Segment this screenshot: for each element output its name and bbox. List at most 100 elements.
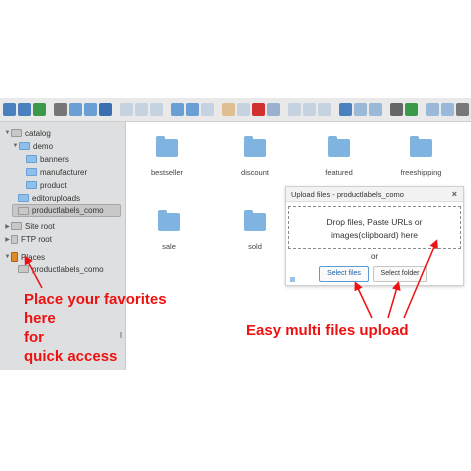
undo-icon[interactable] bbox=[171, 103, 184, 116]
redo-icon[interactable] bbox=[186, 103, 199, 116]
drive-icon bbox=[11, 129, 22, 137]
folder-icon bbox=[158, 210, 180, 231]
sidebar-item-site-root[interactable]: ▶ Site root bbox=[4, 220, 55, 232]
favorites-annotation: Place your favorites here for quick acce… bbox=[24, 290, 167, 366]
or-separator: or bbox=[370, 252, 379, 261]
folder-icon bbox=[18, 265, 29, 273]
server-icon bbox=[11, 234, 18, 244]
file-item-sold[interactable]: sold bbox=[215, 210, 295, 251]
settings-icon[interactable] bbox=[441, 103, 454, 116]
select-folder-button[interactable]: Select folder bbox=[373, 266, 427, 282]
expand-icon[interactable]: ▼ bbox=[12, 143, 19, 149]
file-name: sold bbox=[248, 242, 262, 251]
sidebar-item-label: demo bbox=[33, 141, 54, 151]
sort-icon[interactable] bbox=[369, 103, 382, 116]
folder-icon bbox=[244, 136, 266, 157]
sidebar-item-label: catalog bbox=[25, 128, 51, 138]
open-icon[interactable] bbox=[120, 103, 133, 116]
sidebar-item-label: product bbox=[40, 180, 67, 190]
folder-icon bbox=[26, 155, 37, 163]
copy-icon[interactable] bbox=[150, 103, 163, 116]
sidebar-item-banners[interactable]: banners bbox=[26, 153, 69, 165]
sidebar-item-label: banners bbox=[40, 154, 69, 164]
help-icon[interactable] bbox=[456, 103, 469, 116]
expand-icon[interactable]: ▼ bbox=[4, 254, 11, 260]
file-item-bestseller[interactable]: bestseller bbox=[127, 136, 207, 177]
folder-icon bbox=[410, 136, 432, 157]
file-name: freeshipping bbox=[400, 168, 442, 177]
cut-icon[interactable] bbox=[222, 103, 235, 116]
folder-icon bbox=[244, 210, 266, 231]
home-icon[interactable] bbox=[54, 103, 67, 116]
sidebar-item-ftp-root[interactable]: ▶ FTP root bbox=[4, 233, 52, 245]
folder-icon bbox=[18, 194, 29, 202]
sidebar-item-places-productlabels-como[interactable]: productlabels_como bbox=[18, 263, 104, 275]
upload-dialog-title: Upload files - productlabels_como bbox=[291, 190, 404, 199]
file-name: featured bbox=[325, 168, 353, 177]
sidebar-item-catalog[interactable]: ▼ catalog bbox=[4, 127, 51, 139]
preview-icon[interactable] bbox=[390, 103, 403, 116]
upload-icon[interactable] bbox=[318, 103, 331, 116]
sidebar-item-label: Places bbox=[21, 252, 46, 262]
folder-icon bbox=[19, 142, 30, 150]
rename-icon[interactable] bbox=[288, 103, 301, 116]
upload-dialog: Upload files - productlabels_como × Drop… bbox=[285, 186, 464, 286]
drive-icon bbox=[11, 222, 22, 230]
file-item-discount[interactable]: discount bbox=[215, 136, 295, 177]
expand-icon[interactable]: ▼ bbox=[4, 130, 11, 136]
info-icon[interactable] bbox=[405, 103, 418, 116]
select-files-button[interactable]: Select files bbox=[319, 266, 369, 282]
sidebar-item-label: manufacturer bbox=[40, 167, 88, 177]
file-name: sale bbox=[162, 242, 176, 251]
folder-icon bbox=[26, 168, 37, 176]
delete-icon[interactable] bbox=[252, 103, 265, 116]
drop-zone[interactable]: Drop files, Paste URLs or images(clipboa… bbox=[288, 206, 461, 249]
expand-icon[interactable]: ▶ bbox=[4, 236, 11, 243]
annotation-line: for bbox=[24, 329, 44, 346]
places-icon bbox=[11, 252, 18, 262]
forward-icon[interactable] bbox=[18, 103, 31, 116]
duplicate-icon[interactable] bbox=[303, 103, 316, 116]
sidebar-item-label: editoruploads bbox=[32, 193, 81, 203]
annotation-line: quick access bbox=[24, 348, 118, 365]
drop-zone-text: Drop files, Paste URLs or bbox=[326, 217, 423, 227]
sidebar-item-productlabels-como[interactable]: productlabels_como bbox=[12, 204, 121, 217]
sidebar-item-product[interactable]: product bbox=[26, 179, 67, 191]
sidebar-item-label: FTP root bbox=[21, 234, 52, 244]
multi-upload-annotation: Easy multi files upload bbox=[246, 322, 409, 339]
save-icon[interactable] bbox=[135, 103, 148, 116]
sidebar-item-places[interactable]: ▼ Places bbox=[4, 251, 45, 263]
up-icon[interactable] bbox=[33, 103, 46, 116]
sidebar-item-label: productlabels_como bbox=[32, 264, 104, 274]
paste-icon[interactable] bbox=[237, 103, 250, 116]
drop-zone-text: images(clipboard) here bbox=[331, 230, 418, 240]
annotation-line: here bbox=[24, 310, 56, 327]
folder-icon bbox=[26, 181, 37, 189]
folder-icon bbox=[18, 206, 29, 215]
folder-icon bbox=[156, 136, 178, 157]
upload-dialog-header: Upload files - productlabels_como × bbox=[286, 187, 463, 202]
resize-icon bbox=[290, 277, 295, 282]
save-icon[interactable] bbox=[267, 103, 280, 116]
file-name: bestseller bbox=[150, 168, 184, 177]
sidebar-item-editoruploads[interactable]: editoruploads bbox=[18, 192, 80, 204]
settings-icon[interactable] bbox=[426, 103, 439, 116]
toolbar bbox=[0, 98, 471, 122]
copy-icon[interactable] bbox=[201, 103, 214, 116]
sidebar-item-label: productlabels_como bbox=[32, 206, 104, 215]
list-view-icon[interactable] bbox=[354, 103, 367, 116]
back-icon[interactable] bbox=[3, 103, 16, 116]
sidebar-item-manufacturer[interactable]: manufacturer bbox=[26, 166, 87, 178]
expand-icon[interactable]: ▶ bbox=[4, 223, 11, 230]
grid-view-icon[interactable] bbox=[339, 103, 352, 116]
folder-icon bbox=[328, 136, 350, 157]
file-item-featured[interactable]: featured bbox=[299, 136, 379, 177]
close-icon[interactable]: × bbox=[452, 187, 457, 202]
view-icon[interactable] bbox=[69, 103, 82, 116]
file-item-freeshipping[interactable]: freeshipping bbox=[381, 136, 461, 177]
save-icon[interactable] bbox=[99, 103, 112, 116]
sidebar-item-label: Site root bbox=[25, 221, 55, 231]
sidebar-item-demo[interactable]: ▼ demo bbox=[12, 140, 54, 152]
file-item-sale[interactable]: sale bbox=[129, 210, 209, 251]
view-icon[interactable] bbox=[84, 103, 97, 116]
